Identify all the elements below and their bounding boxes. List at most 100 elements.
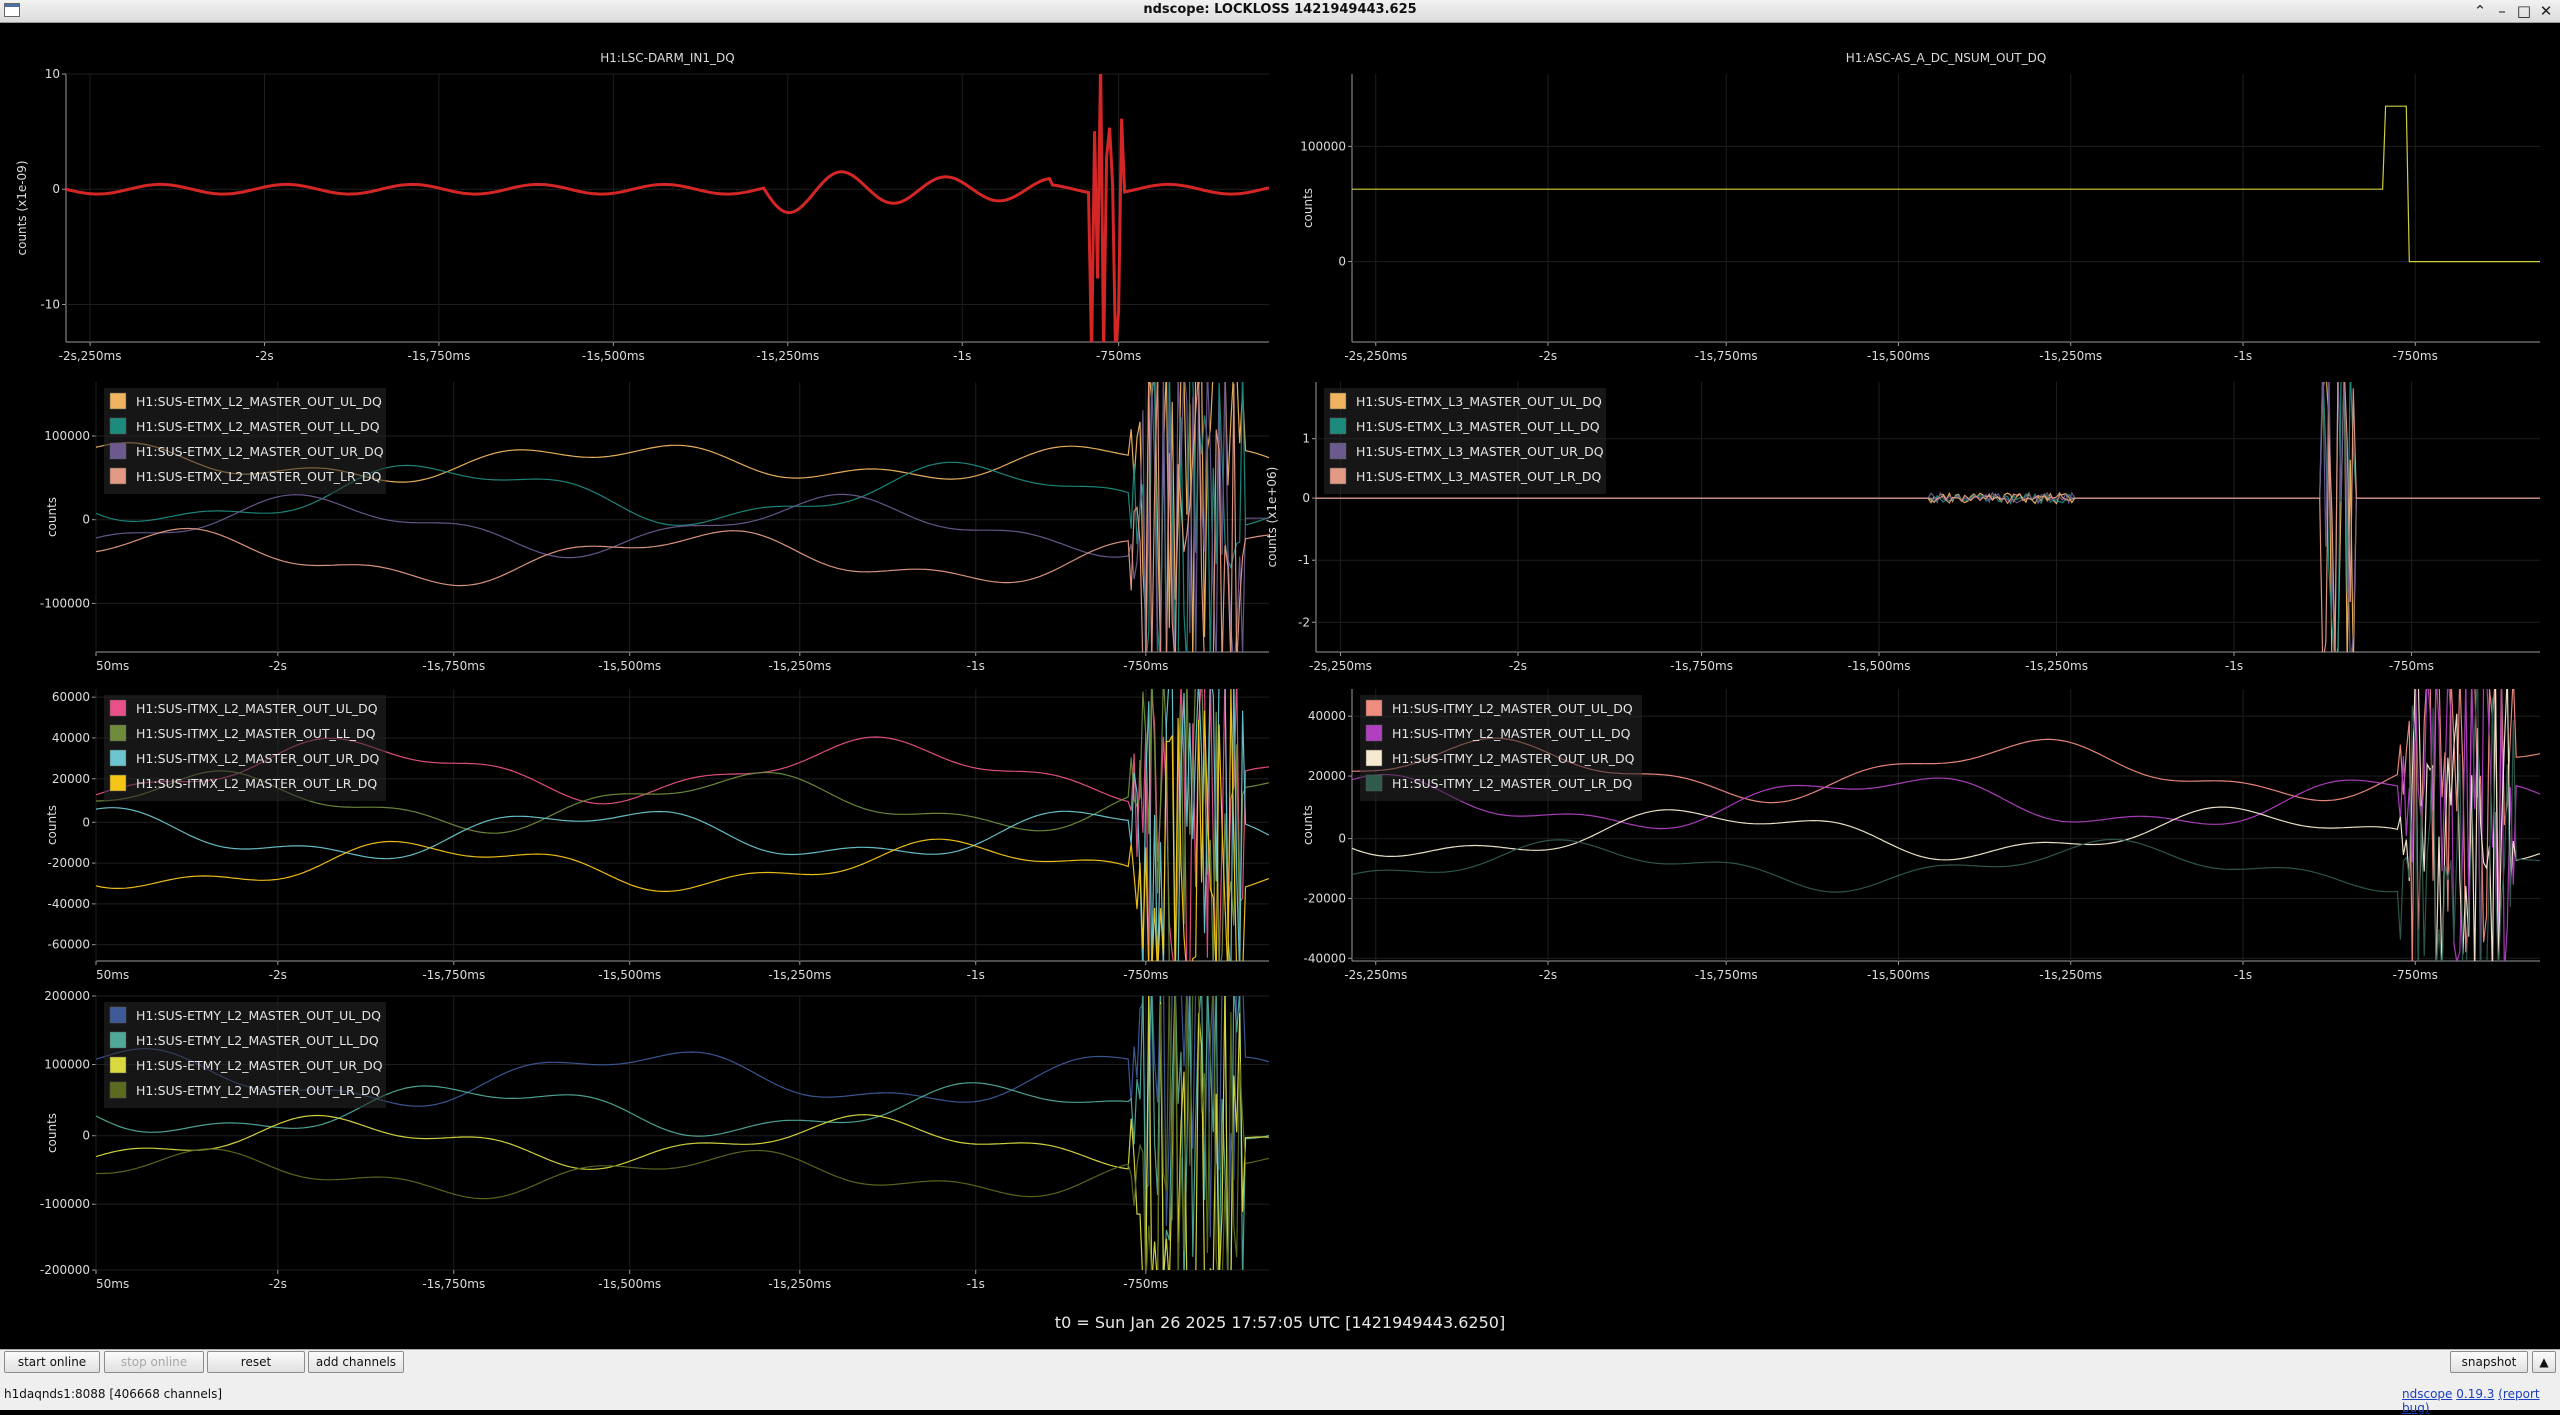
reset-button[interactable]: reset <box>207 1351 305 1373</box>
legend-swatch <box>109 699 127 717</box>
plot-p4: counts (x1e+06) 1 0 -1 -2 -2s,250ms -2s -1s,750… <box>1265 382 2540 673</box>
minimize-icon[interactable]: – <box>2492 1 2512 21</box>
plot-title: H1:ASC-AS_A_DC_NSUM_OUT_DQ <box>1846 51 2047 65</box>
x-tick-label: -1s <box>2225 659 2243 673</box>
snapshot-button[interactable]: snapshot <box>2450 1351 2528 1373</box>
y-tick-label: -60000 <box>47 938 90 952</box>
legend-swatch <box>109 1056 127 1074</box>
y-axis-label: counts <box>45 805 59 845</box>
y-axis-label: counts <box>1301 188 1315 228</box>
window-title: ndscope: LOCKLOSS 1421949443.625 <box>1143 2 1417 17</box>
x-tick-label: -750ms <box>2393 968 2438 982</box>
y-tick-label: 0 <box>1338 255 1346 269</box>
legend-entry: H1:SUS-ETMX_L2_MASTER_OUT_LR_DQ <box>136 469 382 484</box>
y-axis-label: counts <box>45 1113 59 1153</box>
x-tick-label: -750ms <box>1123 659 1168 673</box>
x-tick-label: -1s,750ms <box>422 1277 485 1291</box>
y-axis-label: counts <box>1301 805 1315 845</box>
stop-online-button: stop online <box>104 1351 204 1373</box>
start-online-button[interactable]: start online <box>4 1351 100 1373</box>
y-tick-label: -10 <box>40 297 60 311</box>
version-prefix-link[interactable]: ndscope <box>2402 1387 2452 1401</box>
y-axis-label: counts <box>45 497 59 537</box>
x-tick-label: -2s <box>269 1277 287 1291</box>
help-chevron-icon[interactable]: ⌃ <box>2470 1 2490 21</box>
x-tick-label: -2s,250ms <box>59 349 122 363</box>
x-tick-label: -2s,250ms <box>1344 349 1407 363</box>
x-tick-label: -750ms <box>2393 349 2438 363</box>
x-tick-label: -1s,500ms <box>1867 349 1930 363</box>
t0-label: t0 = Sun Jan 26 2025 17:57:05 UTC [14219… <box>1055 1313 1505 1332</box>
legend-swatch <box>1329 442 1347 460</box>
legend-swatch <box>1365 774 1383 792</box>
x-tick-label: 50ms <box>96 968 129 982</box>
add-channels-button[interactable]: add channels <box>308 1351 404 1373</box>
y-tick-label: 0 <box>82 513 90 527</box>
plot-frame <box>1352 74 2540 342</box>
legend-entry: H1:SUS-ETMX_L3_MASTER_OUT_UL_DQ <box>1356 394 1602 409</box>
x-tick-label: -2s <box>1539 968 1557 982</box>
y-tick-label: 1 <box>1302 432 1310 446</box>
legend-swatch <box>109 417 127 435</box>
legend-swatch <box>109 1006 127 1024</box>
y-tick-label: 100000 <box>44 429 90 443</box>
x-tick-label: -2s <box>1539 349 1557 363</box>
collapse-chevron-icon[interactable]: ▲ <box>2532 1351 2556 1373</box>
plot-legend: H1:SUS-ITMY_L2_MASTER_OUT_UL_DQ H1:SUS-IT… <box>1360 695 1642 801</box>
legend-swatch <box>109 1081 127 1099</box>
plot-p7: counts 200000 100000 0 -100000 -200000 50ms -2s… <box>40 989 1269 1291</box>
x-tick-label: -2s,250ms <box>1344 968 1407 982</box>
y-axis-label: counts (x1e+06) <box>1265 467 1279 568</box>
y-tick-label: 100000 <box>1300 139 1346 153</box>
legend-entry: H1:SUS-ITMX_L2_MASTER_OUT_UL_DQ <box>136 701 378 716</box>
x-tick-label: -750ms <box>1123 968 1168 982</box>
version-info: ndscope 0.19.3 (report bug) <box>2402 1387 2560 1415</box>
y-tick-label: 0 <box>82 815 90 829</box>
legend-entry: H1:SUS-ITMY_L2_MASTER_OUT_UR_DQ <box>1392 751 1635 766</box>
plot-area[interactable]: t0 = Sun Jan 26 2025 17:57:05 UTC [14219… <box>0 22 2560 1349</box>
x-tick-label: -1s,500ms <box>598 659 661 673</box>
y-tick-label: 40000 <box>1308 709 1346 723</box>
y-tick-label: -20000 <box>47 856 90 870</box>
legend-entry: H1:SUS-ETMY_L2_MASTER_OUT_UR_DQ <box>136 1058 383 1073</box>
x-tick-label: -1s,750ms <box>407 349 470 363</box>
maximize-icon[interactable]: □ <box>2514 1 2534 21</box>
legend-swatch <box>109 442 127 460</box>
x-tick-label: -1s,250ms <box>768 1277 831 1291</box>
x-tick-label: -2s <box>255 349 273 363</box>
legend-swatch <box>1365 699 1383 717</box>
close-icon[interactable]: ✕ <box>2536 1 2556 21</box>
x-tick-label: -1s,500ms <box>582 349 645 363</box>
x-tick-label: -1s <box>967 968 985 982</box>
y-tick-label: -200000 <box>40 1263 90 1277</box>
legend-entry: H1:SUS-ITMY_L2_MASTER_OUT_LR_DQ <box>1392 776 1632 791</box>
y-tick-label: -100000 <box>40 596 90 610</box>
x-tick-label: -1s,500ms <box>598 968 661 982</box>
plot-p6: counts 40000 20000 0 -20000 -40000 -2s,250ms -2… <box>1301 689 2540 982</box>
legend-entry: H1:SUS-ETMX_L3_MASTER_OUT_LR_DQ <box>1356 469 1602 484</box>
x-tick-label: -1s <box>2234 968 2252 982</box>
legend-swatch <box>1329 467 1347 485</box>
legend-entry: H1:SUS-ITMY_L2_MASTER_OUT_LL_DQ <box>1392 726 1631 741</box>
version-link[interactable]: 0.19.3 <box>2456 1387 2494 1401</box>
plot-p3: counts 100000 0 -100000 50ms -2s -1s,750ms -1s,… <box>40 382 1269 673</box>
x-tick-label: -1s,750ms <box>1695 349 1758 363</box>
x-tick-label: -1s <box>953 349 971 363</box>
x-tick-label: 50ms <box>96 659 129 673</box>
y-tick-label: 0 <box>52 182 60 196</box>
legend-swatch <box>1365 724 1383 742</box>
legend-entry: H1:SUS-ITMX_L2_MASTER_OUT_LL_DQ <box>136 726 376 741</box>
x-tick-label: -1s,250ms <box>2039 968 2102 982</box>
x-tick-label: -2s <box>269 659 287 673</box>
legend-entry: H1:SUS-ITMX_L2_MASTER_OUT_LR_DQ <box>136 776 377 791</box>
legend-entry: H1:SUS-ETMY_L2_MASTER_OUT_UL_DQ <box>136 1008 381 1023</box>
x-tick-label: -1s,250ms <box>768 968 831 982</box>
x-tick-label: -2s <box>269 968 287 982</box>
y-tick-label: -20000 <box>1303 891 1346 905</box>
legend-swatch <box>109 392 127 410</box>
plot-legend: H1:SUS-ETMX_L3_MASTER_OUT_UL_DQ H1:SUS-ET… <box>1324 388 1606 494</box>
x-tick-label: -2s,250ms <box>1309 659 1372 673</box>
y-tick-label: 60000 <box>52 690 90 704</box>
x-tick-label: -1s,750ms <box>1695 968 1758 982</box>
legend-entry: H1:SUS-ETMX_L2_MASTER_OUT_UL_DQ <box>136 394 382 409</box>
